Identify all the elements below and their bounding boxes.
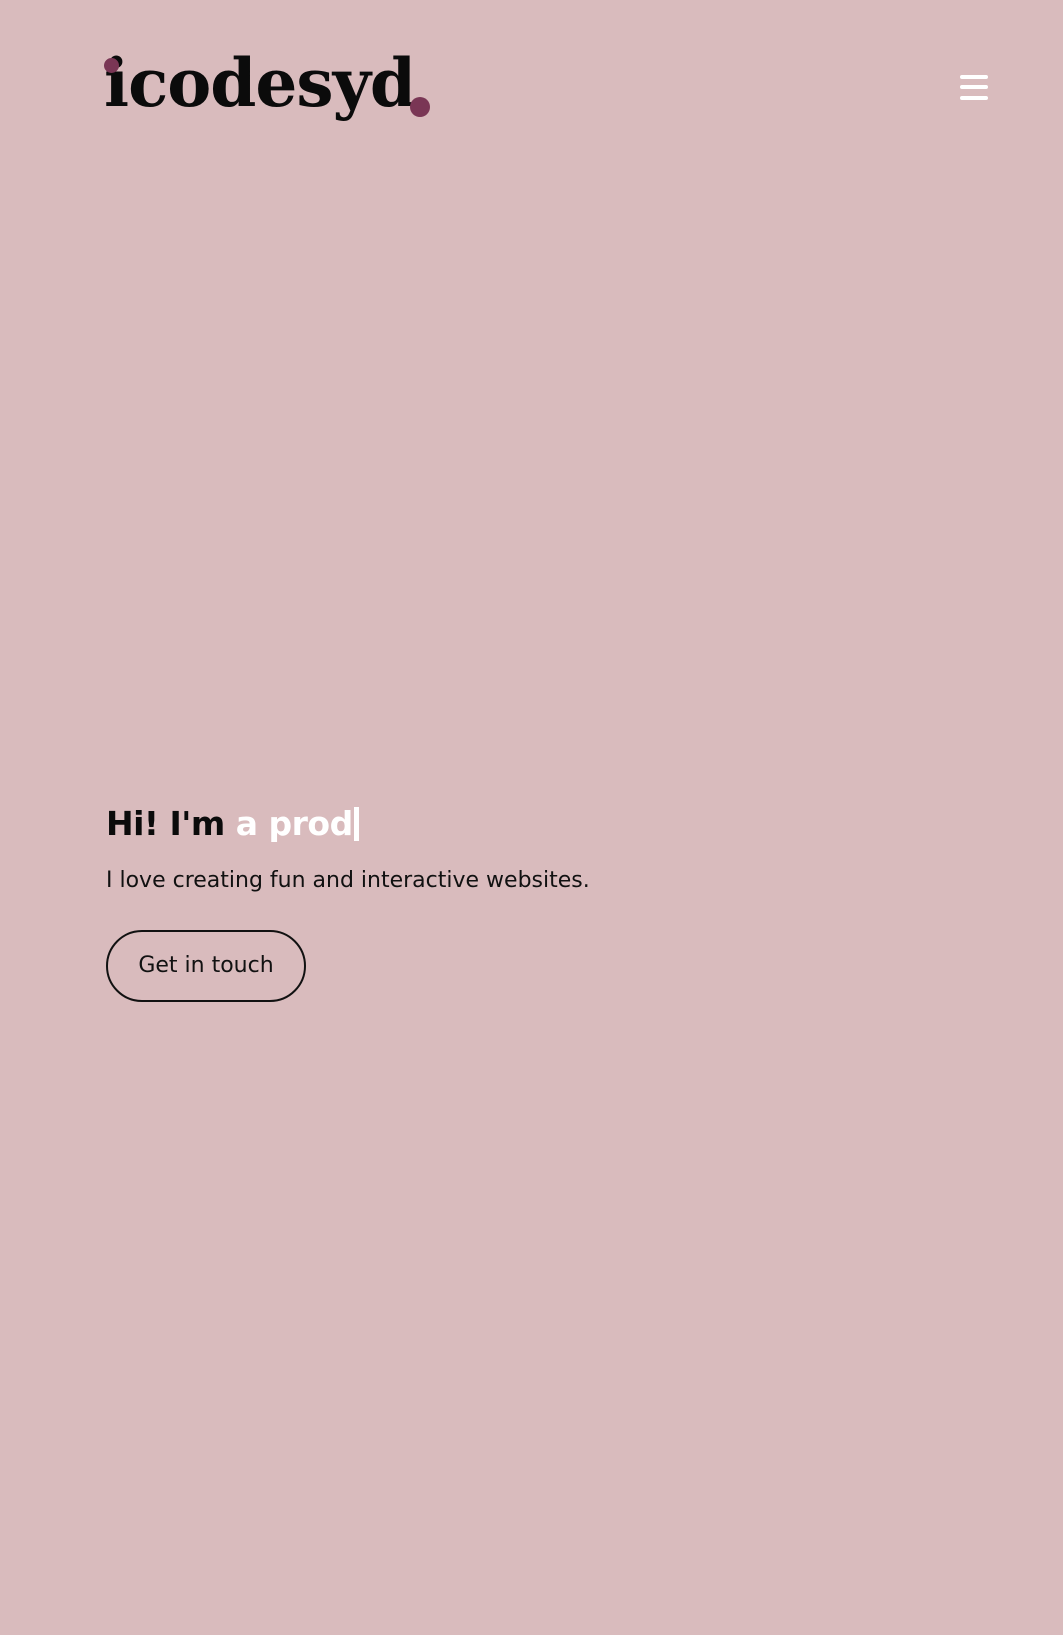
logo-text: icodesyd (104, 44, 416, 122)
hamburger-menu-icon[interactable] (957, 72, 991, 104)
hero-subtitle: I love creating fun and interactive webs… (106, 868, 590, 893)
menu-bar-top (960, 75, 988, 79)
typed-role-text: a prod (235, 804, 353, 843)
typing-cursor (353, 807, 359, 841)
hero-greeting: Hi! I'm (106, 804, 225, 843)
site-logo[interactable]: icodesyd (104, 44, 416, 130)
logo-period-accent (410, 97, 430, 117)
menu-bar-bottom (960, 96, 988, 100)
get-in-touch-button[interactable]: Get in touch (106, 930, 306, 1002)
hero-section: Hi! I'm a prod I love creating fun and i… (106, 796, 966, 1002)
menu-bar-middle (960, 85, 988, 89)
logo-dot-accent (104, 58, 119, 73)
hero-heading: Hi! I'm a prod (106, 796, 966, 852)
site-header: icodesyd (0, 0, 1063, 150)
